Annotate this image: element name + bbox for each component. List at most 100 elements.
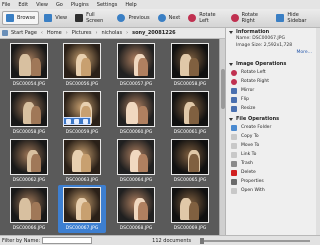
thumbnail-item[interactable]: DSC00057.JPG	[111, 41, 161, 89]
delete-action[interactable]: Delete	[226, 168, 320, 177]
thumbnail-grid[interactable]: DSC00054.JPG DSC00056.JPG DSC00057.JPG DSC0…	[0, 39, 219, 235]
trash-icon	[231, 160, 237, 167]
fullscreen-button[interactable]: Full Screen	[72, 11, 112, 25]
browse-button[interactable]: Browse	[2, 11, 40, 25]
rotate-left-action[interactable]: Rotate Left	[226, 68, 320, 77]
move-to-action[interactable]: Move To	[226, 141, 320, 150]
properties-action[interactable]: Properties	[226, 177, 320, 186]
thumbnail-caption: DSC00054.JPG	[12, 82, 46, 87]
thumbnail-item[interactable]: DSC00062.JPG	[4, 137, 54, 185]
previous-button[interactable]: Previous	[114, 11, 152, 25]
image-operations-header[interactable]: Image Operations	[226, 60, 320, 68]
thumbnail-image	[10, 139, 48, 175]
menu-go[interactable]: Go	[56, 2, 63, 8]
thumbnail-caption: DSC00065.JPG	[173, 178, 207, 183]
folder-icon	[231, 124, 237, 131]
thumbnail-item[interactable]: DSC00067.JPG	[57, 185, 107, 233]
thumbnail-caption: DSC00067.JPG	[65, 226, 99, 231]
properties-icon	[231, 178, 237, 185]
menu-settings[interactable]: Settings	[97, 2, 118, 8]
thumbnail-caption: DSC00059.JPG	[65, 130, 99, 135]
thumbnail-caption: DSC00064.JPG	[119, 178, 153, 183]
view-button[interactable]: View	[41, 11, 70, 25]
trash-action[interactable]: Trash	[226, 159, 320, 168]
thumbnail-caption: DSC00058.JPG	[173, 82, 207, 87]
sidebar-scrollbar[interactable]	[316, 28, 320, 235]
thumbnail-caption: DSC00061.JPG	[173, 130, 207, 135]
view-icon	[44, 14, 53, 22]
link-to-action[interactable]: Link To	[226, 150, 320, 159]
thumbnail-item[interactable]: DSC00058.JPG	[4, 89, 54, 137]
breadcrumb-separator: ‹	[40, 30, 43, 36]
file-operations-header[interactable]: File Operations	[226, 115, 320, 123]
sidebar: Information Name: DSC00067.JPG Image Siz…	[225, 28, 320, 235]
mirror-icon	[231, 87, 237, 94]
flip-action[interactable]: Flip	[226, 95, 320, 104]
thumbnail-caption: DSC00066.JPG	[12, 226, 46, 231]
mirror-action[interactable]: Mirror	[226, 86, 320, 95]
thumbnail-item[interactable]: DSC00064.JPG	[111, 137, 161, 185]
thumbnail-caption: DSC00057.JPG	[119, 82, 153, 87]
menu-plugins[interactable]: Plugins	[71, 2, 89, 8]
thumbnail-image	[117, 139, 155, 175]
next-button[interactable]: Next	[155, 11, 184, 25]
rotate-left-icon	[188, 14, 197, 22]
flip-icon	[231, 96, 237, 103]
rotate-right-button[interactable]: Rotate Right	[228, 11, 272, 25]
menu-file[interactable]: File	[2, 2, 10, 8]
rotate-left-button[interactable]: Rotate Left	[185, 11, 225, 25]
menu-edit[interactable]: Edit	[18, 2, 28, 8]
breadcrumb-separator: ›	[65, 30, 68, 36]
thumbnail-image	[117, 43, 155, 79]
rotate-left-icon	[231, 69, 237, 76]
thumbnail-image	[171, 43, 209, 79]
thumbnail-item[interactable]: DSC00058.JPG	[165, 41, 215, 89]
thumbnail-item[interactable]: DSC00054.JPG	[4, 41, 54, 89]
breadcrumb-nicholas[interactable]: nicholas	[102, 30, 123, 36]
thumbnail-item[interactable]: DSC00061.JPG	[165, 89, 215, 137]
thumbnail-item[interactable]: DSC00068.JPG	[111, 185, 161, 233]
zoom-slider-knob[interactable]	[200, 238, 204, 244]
hide-sidebar-icon	[276, 14, 285, 22]
rotate-right-icon	[231, 78, 237, 85]
thumbnail-item[interactable]: DSC00069.JPG	[165, 185, 215, 233]
zoom-slider[interactable]	[200, 238, 310, 244]
breadcrumb-home[interactable]: Home	[47, 30, 62, 36]
info-name: Name: DSC00067.JPG	[236, 36, 285, 41]
thumbnail-item[interactable]: DSC00059.JPG	[57, 89, 107, 137]
start-page-link[interactable]: Start Page	[2, 30, 37, 36]
menu-help[interactable]: Help	[125, 2, 136, 8]
collapse-icon	[229, 117, 233, 121]
breadcrumb-pictures[interactable]: Pictures	[72, 30, 92, 36]
breadcrumb-current[interactable]: sony_20081226	[132, 30, 176, 36]
delete-icon	[231, 169, 237, 176]
thumbnail-item[interactable]: DSC00066.JPG	[4, 185, 54, 233]
thumbnail-item[interactable]: DSC00063.JPG	[57, 137, 107, 185]
link-icon	[231, 151, 237, 158]
main-toolbar: Browse View Full Screen Previous Next Ro…	[0, 9, 320, 28]
thumbnail-hover-buttons[interactable]	[63, 117, 91, 125]
create-folder-action[interactable]: Create Folder	[226, 123, 320, 132]
rotate-right-icon[interactable]	[83, 118, 89, 124]
thumbnail-image	[117, 91, 155, 127]
home-icon	[2, 30, 8, 36]
thumbnail-image	[63, 139, 101, 175]
select-icon[interactable]	[65, 118, 71, 124]
thumbnail-image	[10, 91, 48, 127]
thumbnail-item[interactable]: DSC00065.JPG	[165, 137, 215, 185]
information-section-header[interactable]: Information	[226, 28, 320, 36]
open-with-action[interactable]: Open With	[226, 186, 320, 195]
thumbnail-item[interactable]: DSC00060.JPG	[111, 89, 161, 137]
copy-to-action[interactable]: Copy To	[226, 132, 320, 141]
rotate-left-icon[interactable]	[74, 118, 80, 124]
resize-action[interactable]: Resize	[226, 104, 320, 113]
thumbnail-item[interactable]: DSC00056.JPG	[57, 41, 107, 89]
filter-input[interactable]	[42, 237, 93, 244]
hide-sidebar-button[interactable]: Hide Sidebar	[273, 11, 318, 25]
thumbnail-image	[171, 139, 209, 175]
resize-icon	[231, 105, 237, 112]
menu-view[interactable]: View	[36, 2, 48, 8]
thumbnail-caption: DSC00056.JPG	[65, 82, 99, 87]
rotate-right-action[interactable]: Rotate Right	[226, 77, 320, 86]
more-link[interactable]: More...	[226, 50, 320, 57]
